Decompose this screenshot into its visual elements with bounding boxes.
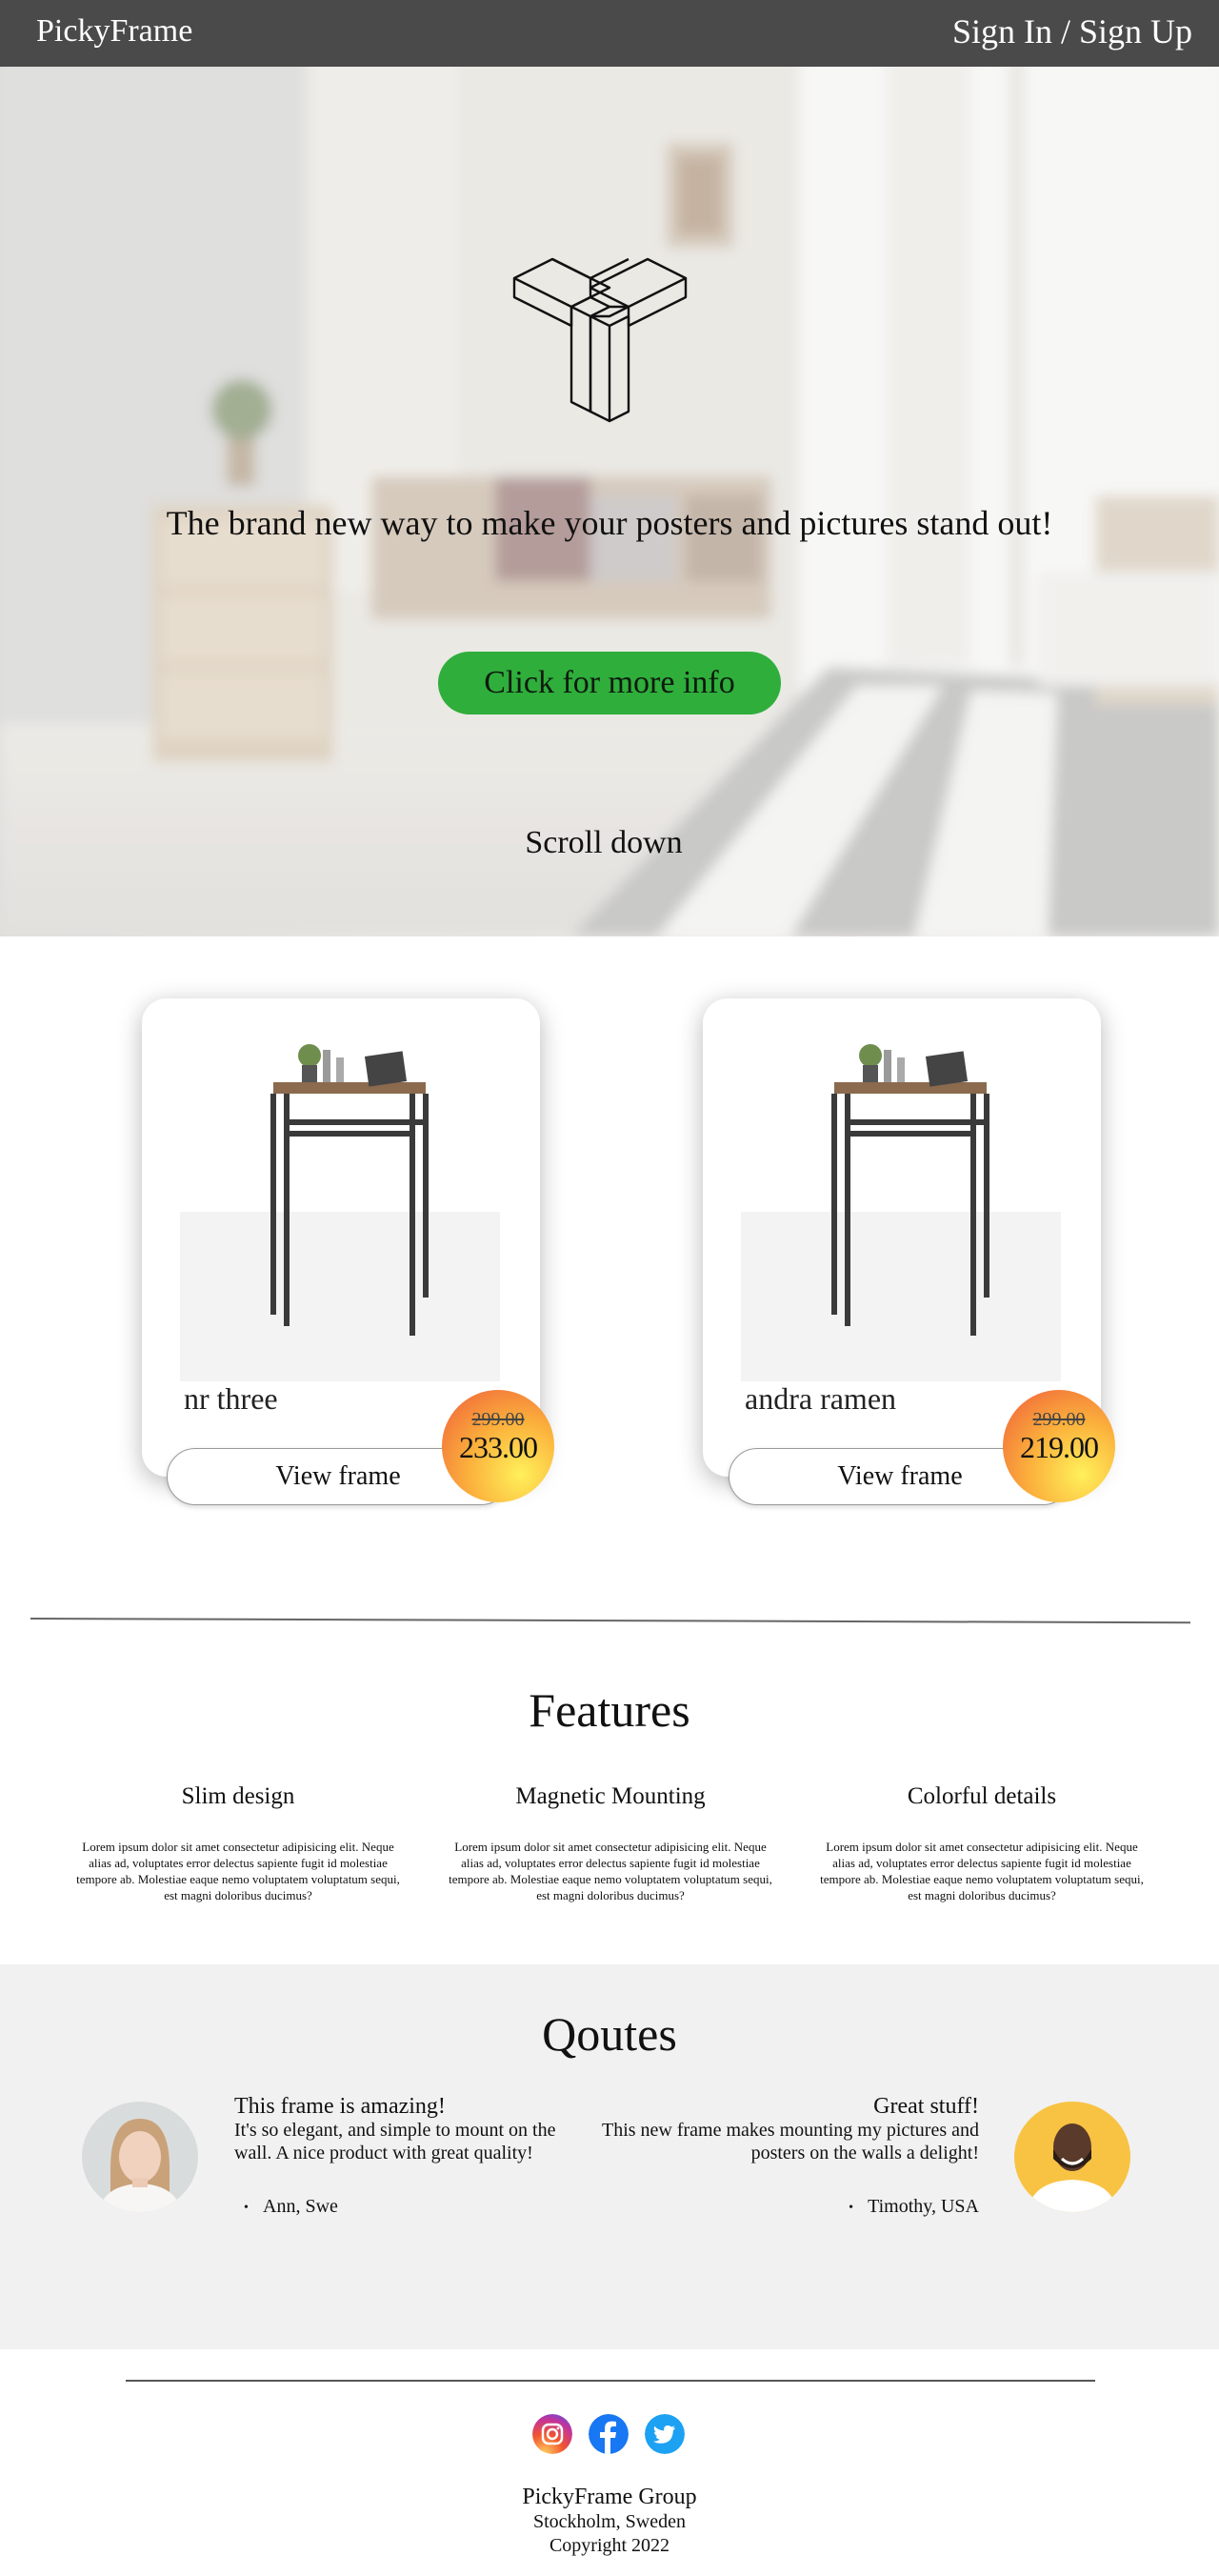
hero-tagline: The brand new way to make your posters a… [166,504,1053,542]
quote-author: Timothy, USA [849,2195,979,2220]
feature-title: Colorful details [907,1783,1057,1809]
feature-description: Lorem ipsum dolor sit amet consectetur a… [449,1840,772,1902]
features-heading: Features [529,1683,690,1737]
feature-title: Magnetic Mounting [515,1783,706,1809]
footer-divider [126,2380,1095,2382]
footer-company: PickyFrame Group [522,2485,697,2509]
current-price: 233.00 [459,1430,538,1464]
quote-text: It's so elegant, and simple to mount on … [234,2120,556,2163]
price-badge: 299.00 219.00 [1003,1390,1115,1502]
sign-in-sign-up-link[interactable]: Sign In / Sign Up [952,11,1192,51]
product-name: nr three [184,1381,278,1416]
price-badge: 299.00 233.00 [442,1390,554,1502]
quote-block: Great stuff! This new frame makes mounti… [598,2094,979,2220]
quote-title: This frame is amazing! [234,2094,446,2119]
footer-location: Stockholm, Sweden [533,2511,686,2532]
twitter-icon[interactable] [645,2414,685,2454]
old-price: 299.00 [1032,1409,1086,1430]
more-info-button[interactable]: Click for more info [438,652,781,714]
hero-section: The brand new way to make your posters a… [0,0,1219,936]
current-price: 219.00 [1020,1430,1099,1464]
console-table-image [180,1012,500,1381]
instagram-icon[interactable] [532,2414,572,2454]
quote-text: This new frame makes mounting my picture… [601,2120,979,2163]
console-table-image [741,1012,1061,1381]
quotes-section: Qoutes This frame is amazing! It's so el… [0,1964,1219,2349]
pickyframe-logo-icon [512,257,688,423]
feature-item: Magnetic Mounting Lorem ipsum dolor sit … [449,1783,772,1903]
quote-title: Great stuff! [873,2094,979,2119]
feature-item: Colorful details Lorem ipsum dolor sit a… [820,1783,1144,1903]
product-name: andra ramen [745,1381,897,1416]
quote-block: This frame is amazing! It's so elegant, … [234,2094,596,2220]
quote-author: Ann, Swe [244,2195,338,2220]
feature-title: Slim design [181,1783,295,1809]
facebook-icon[interactable] [589,2414,629,2454]
hero-overlay [0,0,1219,936]
avatar [1014,2102,1130,2212]
top-navbar: PickyFrame Sign In / Sign Up [0,0,1219,67]
footer-copyright: Copyright 2022 [549,2535,670,2556]
feature-description: Lorem ipsum dolor sit amet consectetur a… [76,1840,400,1902]
scroll-down-label: Scroll down [525,825,683,860]
quotes-heading: Qoutes [542,2007,677,2061]
avatar [82,2102,198,2212]
feature-description: Lorem ipsum dolor sit amet consectetur a… [820,1840,1144,1902]
old-price: 299.00 [471,1409,525,1430]
feature-item: Slim design Lorem ipsum dolor sit amet c… [76,1783,400,1903]
brand-logo-link[interactable]: PickyFrame [36,13,192,50]
section-divider [30,1618,1190,1624]
